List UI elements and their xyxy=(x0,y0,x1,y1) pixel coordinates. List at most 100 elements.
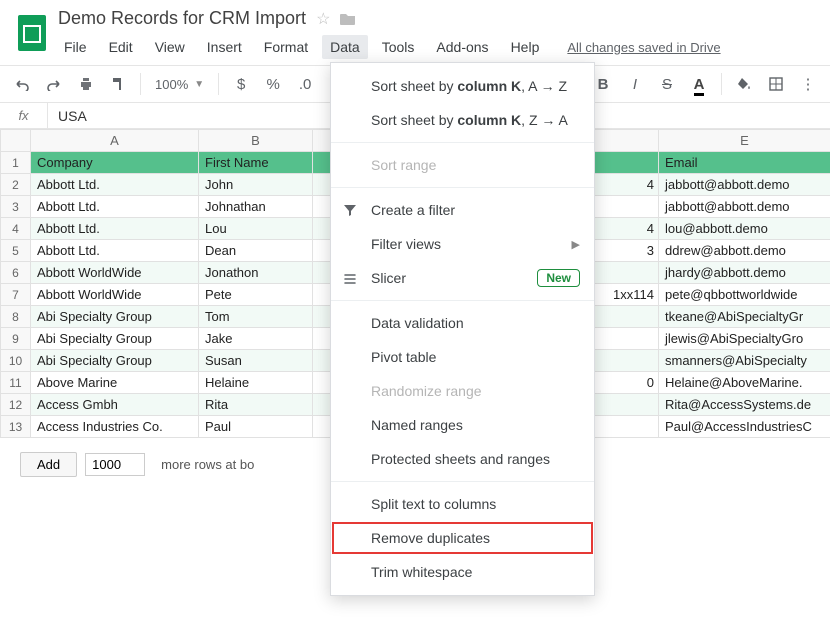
toolbar-overflow-button[interactable]: ⋮ xyxy=(794,70,822,98)
format-decimal-button[interactable]: .0 xyxy=(291,70,319,98)
row-header[interactable]: 11 xyxy=(1,372,31,394)
menu-view[interactable]: View xyxy=(147,35,193,59)
cell[interactable]: Paul@AccessIndustriesC xyxy=(659,416,830,438)
formula-bar[interactable]: USA xyxy=(48,108,87,124)
menu-protected-sheets[interactable]: Protected sheets and ranges xyxy=(331,442,594,476)
cell[interactable]: ddrew@abbott.demo xyxy=(659,240,830,262)
undo-button[interactable] xyxy=(8,70,36,98)
row-header[interactable]: 12 xyxy=(1,394,31,416)
cell[interactable]: Abi Specialty Group xyxy=(31,350,199,372)
menu-split-text[interactable]: Split text to columns xyxy=(331,487,594,521)
document-title[interactable]: Demo Records for CRM Import xyxy=(58,8,306,29)
format-percent-button[interactable]: % xyxy=(259,70,287,98)
row-header[interactable]: 10 xyxy=(1,350,31,372)
cell[interactable]: Jonathon xyxy=(199,262,313,284)
folder-icon[interactable] xyxy=(340,12,356,26)
cell[interactable]: lou@abbott.demo xyxy=(659,218,830,240)
borders-button[interactable] xyxy=(762,70,790,98)
menu-help[interactable]: Help xyxy=(503,35,548,59)
col-header-A[interactable]: A xyxy=(31,130,199,152)
add-rows-button[interactable]: Add xyxy=(20,452,77,477)
menu-insert[interactable]: Insert xyxy=(199,35,250,59)
menu-create-filter[interactable]: Create a filter xyxy=(331,193,594,227)
menu-pivot-table[interactable]: Pivot table xyxy=(331,340,594,374)
cell[interactable]: Abbott WorldWide xyxy=(31,284,199,306)
col-header-B[interactable]: B xyxy=(199,130,313,152)
cell[interactable]: Access Gmbh xyxy=(31,394,199,416)
cell[interactable]: Susan xyxy=(199,350,313,372)
new-badge: New xyxy=(537,269,580,287)
select-all-cell[interactable] xyxy=(1,130,31,152)
cell[interactable]: Rita@AccessSystems.de xyxy=(659,394,830,416)
cell[interactable]: Lou xyxy=(199,218,313,240)
header-email[interactable]: Email xyxy=(659,152,830,174)
menu-data[interactable]: Data xyxy=(322,35,368,59)
cell[interactable]: jhardy@abbott.demo xyxy=(659,262,830,284)
cell[interactable]: Johnathan xyxy=(199,196,313,218)
row-header[interactable]: 8 xyxy=(1,306,31,328)
menu-sort-az[interactable]: Sort sheet by column K, A → Z xyxy=(331,69,594,103)
cell[interactable]: Above Marine xyxy=(31,372,199,394)
cell[interactable]: smanners@AbiSpecialty xyxy=(659,350,830,372)
cell[interactable]: Access Industries Co. xyxy=(31,416,199,438)
cell[interactable]: Helaine xyxy=(199,372,313,394)
cell[interactable]: Dean xyxy=(199,240,313,262)
menu-trim-whitespace[interactable]: Trim whitespace xyxy=(331,555,594,589)
add-rows-count-input[interactable] xyxy=(85,453,145,476)
header-company[interactable]: Company xyxy=(31,152,199,174)
menu-format[interactable]: Format xyxy=(256,35,316,59)
menu-filter-views[interactable]: Filter views▶ xyxy=(331,227,594,261)
col-header-E[interactable]: E xyxy=(659,130,830,152)
cell[interactable]: jabbott@abbott.demo xyxy=(659,196,830,218)
cell[interactable]: jabbott@abbott.demo xyxy=(659,174,830,196)
menu-sort-za[interactable]: Sort sheet by column K, Z → A xyxy=(331,103,594,137)
menu-data-validation[interactable]: Data validation xyxy=(331,306,594,340)
menu-file[interactable]: File xyxy=(56,35,95,59)
row-header[interactable]: 5 xyxy=(1,240,31,262)
menu-remove-duplicates[interactable]: Remove duplicates xyxy=(331,521,594,555)
paint-format-button[interactable] xyxy=(104,70,132,98)
italic-button[interactable]: I xyxy=(621,70,649,98)
cell[interactable]: Tom xyxy=(199,306,313,328)
row-header[interactable]: 9 xyxy=(1,328,31,350)
menu-named-ranges[interactable]: Named ranges xyxy=(331,408,594,442)
cell[interactable]: tkeane@AbiSpecialtyGr xyxy=(659,306,830,328)
cell[interactable]: Abi Specialty Group xyxy=(31,328,199,350)
row-header[interactable]: 2 xyxy=(1,174,31,196)
format-currency-button[interactable]: $ xyxy=(227,70,255,98)
row-header[interactable]: 1 xyxy=(1,152,31,174)
star-icon[interactable]: ☆ xyxy=(316,9,330,29)
save-status[interactable]: All changes saved in Drive xyxy=(567,40,720,55)
text-color-button[interactable]: A xyxy=(685,70,713,98)
cell[interactable]: John xyxy=(199,174,313,196)
cell[interactable]: Pete xyxy=(199,284,313,306)
cell[interactable]: jlewis@AbiSpecialtyGro xyxy=(659,328,830,350)
print-button[interactable] xyxy=(72,70,100,98)
cell[interactable]: pete@qbbottworldwide xyxy=(659,284,830,306)
cell[interactable]: Rita xyxy=(199,394,313,416)
menu-slicer[interactable]: SlicerNew xyxy=(331,261,594,295)
zoom-select[interactable]: 100%▼ xyxy=(149,77,210,92)
cell[interactable]: Abi Specialty Group xyxy=(31,306,199,328)
fill-color-button[interactable] xyxy=(730,70,758,98)
row-header[interactable]: 4 xyxy=(1,218,31,240)
row-header[interactable]: 7 xyxy=(1,284,31,306)
cell[interactable]: Abbott Ltd. xyxy=(31,196,199,218)
cell[interactable]: Abbott WorldWide xyxy=(31,262,199,284)
cell[interactable]: Paul xyxy=(199,416,313,438)
row-header[interactable]: 13 xyxy=(1,416,31,438)
cell[interactable]: Jake xyxy=(199,328,313,350)
header-firstname[interactable]: First Name xyxy=(199,152,313,174)
redo-button[interactable] xyxy=(40,70,68,98)
menu-addons[interactable]: Add-ons xyxy=(428,35,496,59)
menu-tools[interactable]: Tools xyxy=(374,35,423,59)
cell[interactable]: Abbott Ltd. xyxy=(31,240,199,262)
row-header[interactable]: 3 xyxy=(1,196,31,218)
cell[interactable]: Helaine@AboveMarine. xyxy=(659,372,830,394)
cell[interactable]: Abbott Ltd. xyxy=(31,218,199,240)
row-header[interactable]: 6 xyxy=(1,262,31,284)
cell[interactable]: Abbott Ltd. xyxy=(31,174,199,196)
sheets-logo[interactable] xyxy=(10,6,54,60)
menu-edit[interactable]: Edit xyxy=(101,35,141,59)
strike-button[interactable]: S xyxy=(653,70,681,98)
